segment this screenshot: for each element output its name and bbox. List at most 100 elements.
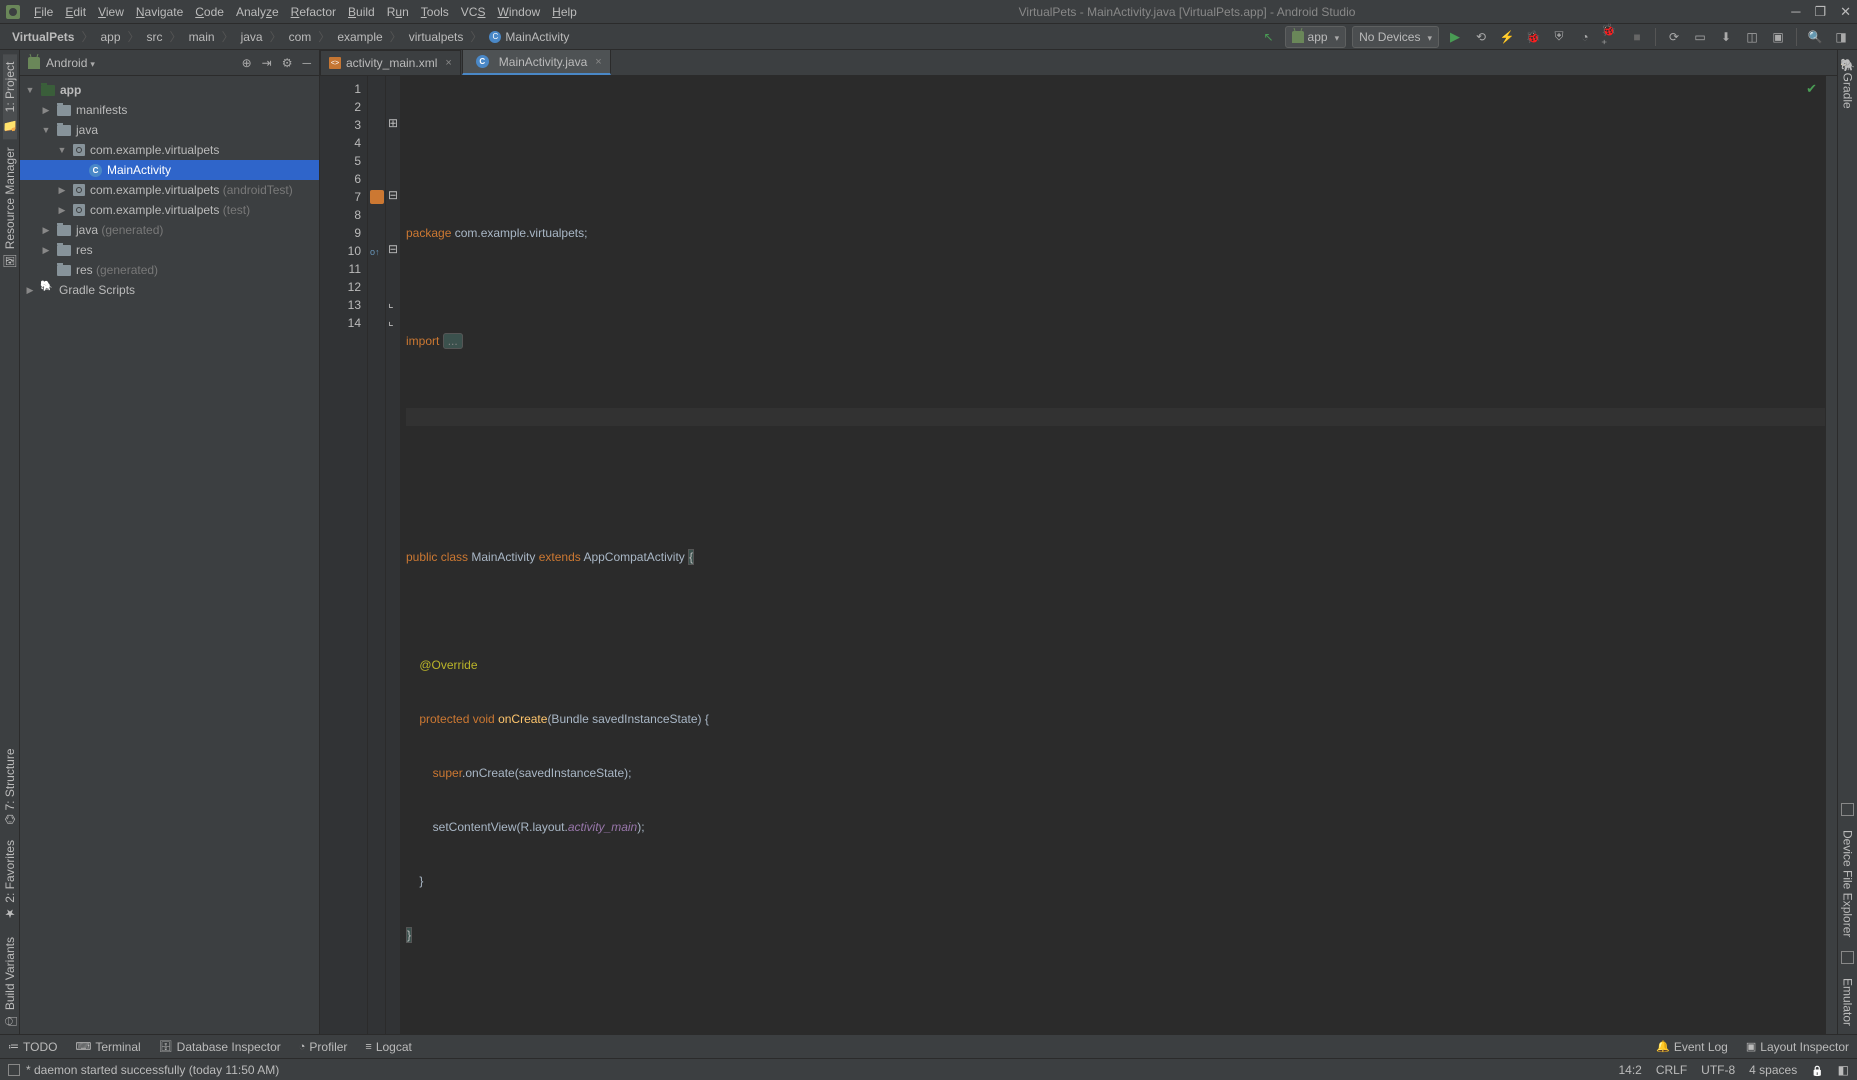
menu-tools[interactable]: Tools: [415, 5, 455, 19]
override-marker-icon[interactable]: [370, 244, 384, 258]
indent-settings[interactable]: 4 spaces: [1749, 1063, 1797, 1077]
fold-handle[interactable]: ⊟: [388, 242, 398, 256]
tool-resource-manager[interactable]: 🖼Resource Manager: [3, 139, 17, 276]
menu-vcs[interactable]: VCS: [455, 5, 492, 19]
crumb-java[interactable]: java: [235, 30, 269, 44]
tool-toggle-2[interactable]: [1841, 951, 1854, 964]
tree-node-pkg-test[interactable]: com.example.virtualpets (test): [20, 200, 319, 220]
fold-handle[interactable]: ⊞: [388, 116, 398, 130]
menu-build[interactable]: Build: [342, 5, 381, 19]
fold-handle[interactable]: ⊟: [388, 188, 398, 202]
tree-node-res-gen[interactable]: res (generated): [20, 260, 319, 280]
device-selector[interactable]: No Devices: [1352, 26, 1439, 48]
crumb-project[interactable]: VirtualPets: [6, 30, 80, 44]
back-icon[interactable]: ↖: [1259, 27, 1279, 47]
profile-icon[interactable]: ◔: [1575, 27, 1595, 47]
crumb-com[interactable]: com: [283, 30, 318, 44]
layout-inspector-icon[interactable]: ▣: [1768, 27, 1788, 47]
tree-node-gradle-scripts[interactable]: Gradle Scripts: [20, 280, 319, 300]
crumb-class[interactable]: CMainActivity: [483, 30, 575, 44]
tool-structure[interactable]: ⌬7: Structure: [3, 740, 17, 833]
fold-gutter[interactable]: ⊞ ⊟ ⊟ ⌞ ⌞: [386, 76, 400, 1034]
tree-node-pkg-main[interactable]: com.example.virtualpets: [20, 140, 319, 160]
tool-window-quick-access[interactable]: [8, 1064, 20, 1076]
tool-event-log[interactable]: 🔔Event Log: [1656, 1040, 1728, 1054]
tab-activity-main-xml[interactable]: <>activity_main.xml×: [320, 50, 461, 75]
window-close[interactable]: ✕: [1840, 4, 1851, 20]
tree-node-java[interactable]: java: [20, 120, 319, 140]
tool-todo[interactable]: ≔TODO: [8, 1040, 57, 1054]
run-button[interactable]: ▶: [1445, 27, 1465, 47]
search-everywhere-icon[interactable]: 🔍: [1805, 27, 1825, 47]
stop-icon[interactable]: ■: [1627, 27, 1647, 47]
debug-icon[interactable]: 🐞: [1523, 27, 1543, 47]
avd-manager-icon[interactable]: ▭: [1690, 27, 1710, 47]
tool-favorites[interactable]: ★2: Favorites: [3, 832, 17, 929]
resource-manager-icon[interactable]: ◫: [1742, 27, 1762, 47]
menu-window[interactable]: Window: [491, 5, 546, 19]
project-view-selector[interactable]: Android: [46, 56, 95, 70]
crumb-src[interactable]: src: [141, 30, 169, 44]
crumb-pkg[interactable]: virtualpets: [403, 30, 470, 44]
tool-gradle[interactable]: 🐘Gradle: [1841, 50, 1855, 117]
caret-position[interactable]: 14:2: [1618, 1063, 1641, 1077]
sdk-manager-icon[interactable]: ⬇: [1716, 27, 1736, 47]
menu-edit[interactable]: Edit: [59, 5, 92, 19]
tree-node-app[interactable]: app: [20, 80, 319, 100]
select-opened-file-icon[interactable]: ⊕: [242, 56, 252, 70]
settings-icon[interactable]: ⚙: [282, 56, 293, 70]
tool-layout-inspector[interactable]: ▣Layout Inspector: [1746, 1040, 1849, 1054]
line-number-gutter[interactable]: 1234567891011121314: [320, 76, 368, 1034]
ide-settings-icon[interactable]: ◨: [1831, 27, 1851, 47]
tool-project[interactable]: 📁1: Project: [3, 54, 17, 139]
window-maximize[interactable]: ❐: [1814, 4, 1826, 20]
crumb-example[interactable]: example: [331, 30, 388, 44]
apply-changes-icon[interactable]: ⟲: [1471, 27, 1491, 47]
tool-logcat[interactable]: ≡Logcat: [365, 1040, 411, 1054]
tree-node-java-gen[interactable]: java (generated): [20, 220, 319, 240]
menu-file[interactable]: File: [28, 5, 59, 19]
tab-mainactivity-java[interactable]: CMainActivity.java×: [462, 50, 611, 75]
file-encoding[interactable]: UTF-8: [1701, 1063, 1735, 1077]
tool-toggle-1[interactable]: [1841, 803, 1854, 816]
tree-node-res[interactable]: res: [20, 240, 319, 260]
run-config-selector[interactable]: app: [1285, 26, 1347, 48]
apply-code-icon[interactable]: ⚡: [1497, 27, 1517, 47]
readonly-lock-icon[interactable]: [1811, 1063, 1823, 1077]
fold-handle[interactable]: ⌞: [388, 314, 394, 328]
close-tab-icon[interactable]: ×: [445, 57, 451, 69]
inspection-ok-icon[interactable]: ✔: [1806, 80, 1817, 98]
tool-database-inspector[interactable]: 🗄Database Inspector: [159, 1040, 281, 1054]
menu-code[interactable]: Code: [189, 5, 230, 19]
sync-gradle-icon[interactable]: ⟳: [1664, 27, 1684, 47]
crumb-main[interactable]: main: [183, 30, 221, 44]
close-tab-icon[interactable]: ×: [595, 56, 601, 68]
usage-marker-icon[interactable]: [370, 190, 384, 204]
menu-run[interactable]: Run: [381, 5, 415, 19]
tool-emulator[interactable]: Emulator: [1841, 970, 1855, 1034]
menu-view[interactable]: View: [92, 5, 130, 19]
collapse-all-icon[interactable]: ⇥: [262, 56, 272, 70]
tool-terminal[interactable]: ⌨Terminal: [75, 1040, 140, 1054]
project-tree[interactable]: app manifests java com.example.virtualpe…: [20, 76, 319, 1034]
tool-device-file-explorer[interactable]: Device File Explorer: [1841, 822, 1855, 945]
icon-gutter[interactable]: [368, 76, 386, 1034]
menu-help[interactable]: Help: [546, 5, 583, 19]
menu-refactor[interactable]: Refactor: [285, 5, 342, 19]
window-minimize[interactable]: ─: [1791, 4, 1800, 20]
attach-debugger-icon[interactable]: 🐞⁺: [1601, 27, 1621, 47]
tree-node-pkg-androidtest[interactable]: com.example.virtualpets (androidTest): [20, 180, 319, 200]
menu-navigate[interactable]: Navigate: [130, 5, 189, 19]
tree-node-mainactivity[interactable]: CMainActivity: [20, 160, 319, 180]
menu-analyze[interactable]: Analyze: [230, 5, 285, 19]
coverage-icon[interactable]: ⛨: [1549, 27, 1569, 47]
line-separator[interactable]: CRLF: [1656, 1063, 1687, 1077]
crumb-app[interactable]: app: [95, 30, 127, 44]
tree-node-manifests[interactable]: manifests: [20, 100, 319, 120]
code-editor[interactable]: ✔ package com.example.virtualpets; impor…: [400, 76, 1825, 1034]
error-stripe[interactable]: [1825, 76, 1837, 1034]
memory-indicator-icon[interactable]: ◧: [1838, 1063, 1849, 1077]
tool-profiler[interactable]: ◔Profiler: [299, 1040, 348, 1054]
tool-build-variants[interactable]: ⎄Build Variants: [3, 929, 17, 1034]
hide-panel-icon[interactable]: ─: [302, 56, 311, 70]
